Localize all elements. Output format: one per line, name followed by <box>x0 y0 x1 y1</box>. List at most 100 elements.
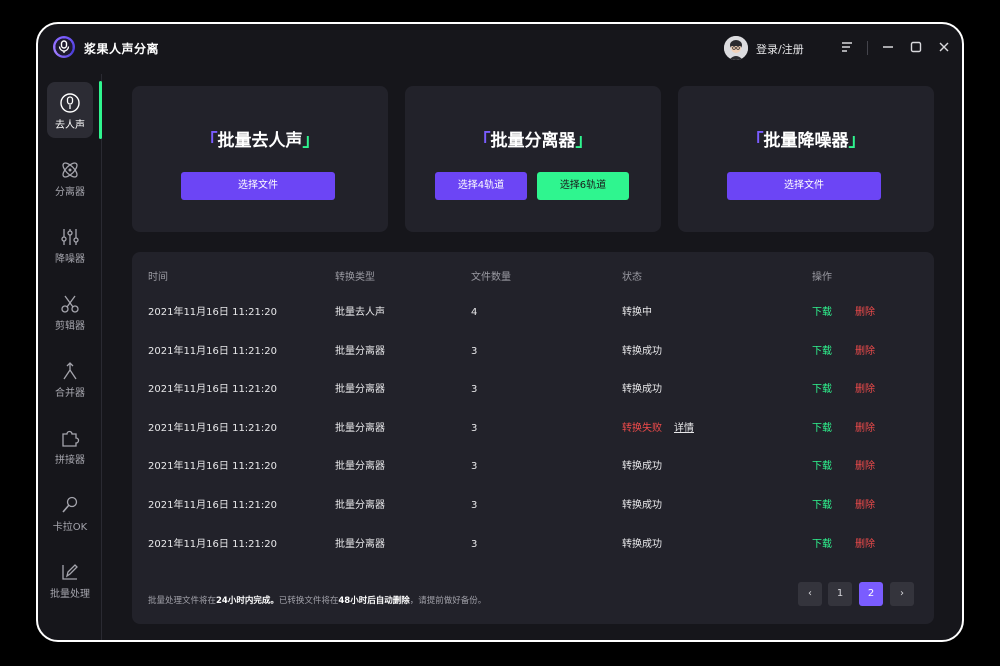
table-row: 2021年11月16日 11:21:20 批量分离器 3 转换成功 下载 删除 <box>132 371 934 409</box>
cell-count: 3 <box>471 461 478 473</box>
atom-icon <box>62 162 78 178</box>
scissors-icon <box>61 295 79 313</box>
cell-status: 转换中 <box>622 307 652 318</box>
sidebar-item-batch[interactable]: 批量处理 <box>47 551 93 607</box>
sidebar: 去人声 分离器 降噪器 剪辑器 合并器 拼接器 卡拉OK 批量处理 <box>38 74 102 640</box>
column-header-action: 操作 <box>812 272 832 283</box>
cell-count: 3 <box>471 384 478 396</box>
sidebar-item-merger[interactable]: 合并器 <box>47 350 93 406</box>
download-link[interactable]: 下载 <box>812 333 832 371</box>
app-window: 浆果人声分离 登录/注册 去人声 分离器 降噪器 剪辑器 合并器 拼接器 卡拉O… <box>36 22 964 642</box>
cell-time: 2021年11月16日 11:21:20 <box>148 422 277 434</box>
menu-icon[interactable] <box>838 38 856 56</box>
sidebar-item-label: 卡拉OK <box>52 522 88 533</box>
card-title: 「批量分离器」 <box>405 126 661 151</box>
download-link[interactable]: 下载 <box>812 448 832 486</box>
sidebar-item-separator[interactable]: 分离器 <box>47 149 93 205</box>
footer-note-bold: 48小时后自动删除 <box>338 596 410 606</box>
column-header-count: 文件数量 <box>471 272 511 283</box>
download-link[interactable]: 下载 <box>812 371 832 409</box>
minimize-icon[interactable] <box>879 38 897 56</box>
cell-count: 4 <box>471 307 478 318</box>
sidebar-item-label: 去人声 <box>55 120 85 131</box>
karaoke-mic-icon <box>62 496 78 513</box>
sidebar-item-label: 拼接器 <box>55 455 85 466</box>
delete-link[interactable]: 删除 <box>855 294 875 332</box>
sidebar-item-label: 分离器 <box>55 187 85 198</box>
bracket-right: 」 <box>575 131 593 151</box>
bracket-left: 「 <box>746 131 764 151</box>
sidebar-item-label: 剪辑器 <box>55 321 85 332</box>
card-batch-separator: 「批量分离器」 选择4轨道 选择6轨道 <box>405 86 661 232</box>
download-link[interactable]: 下载 <box>812 526 832 564</box>
sidebar-item-label: 批量处理 <box>50 589 90 600</box>
cell-type: 批量分离器 <box>335 345 385 357</box>
sidebar-item-label: 降噪器 <box>55 254 85 265</box>
detail-link[interactable]: 详情 <box>674 410 694 448</box>
column-header-status: 状态 <box>622 272 642 283</box>
puzzle-icon <box>62 430 80 447</box>
bracket-right: 」 <box>848 131 866 151</box>
merge-icon <box>63 362 77 380</box>
maximize-icon[interactable] <box>907 38 925 56</box>
table-row: 2021年11月16日 11:21:20 批量分离器 3 转换成功 下载 删除 <box>132 333 934 371</box>
close-icon[interactable] <box>935 38 953 56</box>
pagination-page-2[interactable]: 2 <box>859 582 883 606</box>
cell-time: 2021年11月16日 11:21:20 <box>148 500 277 511</box>
delete-link[interactable]: 删除 <box>855 371 875 409</box>
sidebar-active-indicator <box>99 81 102 139</box>
cell-type: 批量分离器 <box>335 384 385 396</box>
delete-link[interactable]: 删除 <box>855 410 875 448</box>
cell-type: 批量分离器 <box>335 461 385 473</box>
bracket-left: 「 <box>200 131 218 151</box>
delete-link[interactable]: 删除 <box>855 487 875 525</box>
sidebar-item-karaoke[interactable]: 卡拉OK <box>47 484 93 540</box>
footer-note-bold: 24小时内完成。 <box>216 596 279 606</box>
cell-status: 转换成功 <box>622 538 662 550</box>
table-row: 2021年11月16日 11:21:20 批量分离器 3 转换成功 下载 删除 <box>132 526 934 564</box>
select-file-button[interactable]: 选择文件 <box>727 172 881 200</box>
user-avatar[interactable] <box>724 36 748 60</box>
select-file-button[interactable]: 选择文件 <box>181 172 335 200</box>
select-4-tracks-button[interactable]: 选择4轨道 <box>435 172 527 200</box>
title-bar: 浆果人声分离 登录/注册 <box>38 24 962 74</box>
pagination-prev-button[interactable]: ‹ <box>798 582 822 606</box>
login-register-link[interactable]: 登录/注册 <box>756 41 804 57</box>
title-bar-divider <box>867 41 868 55</box>
sidebar-item-label: 合并器 <box>55 388 85 399</box>
cell-time: 2021年11月16日 11:21:20 <box>148 307 277 318</box>
delete-link[interactable]: 删除 <box>855 448 875 486</box>
pagination-page-1[interactable]: 1 <box>828 582 852 606</box>
footer-note: 批量处理文件将在24小时内完成。已转换文件将在48小时后自动删除，请提前做好备份… <box>148 594 486 606</box>
table-row: 2021年11月16日 11:21:20 批量分离器 3 转换成功 下载 删除 <box>132 487 934 525</box>
cell-time: 2021年11月16日 11:21:20 <box>148 384 277 396</box>
card-title-text: 批量分离器 <box>490 131 576 151</box>
download-link[interactable]: 下载 <box>812 294 832 332</box>
batch-edit-icon <box>62 564 78 580</box>
app-title: 浆果人声分离 <box>84 42 160 56</box>
cell-status: 转换失败 <box>622 422 662 434</box>
column-header-type: 转换类型 <box>335 272 375 283</box>
card-batch-vocal-remover: 「批量去人声」 选择文件 <box>132 86 388 232</box>
footer-note-part: 批量处理文件将在 <box>148 596 217 606</box>
card-title-text: 批量降噪器 <box>763 131 849 151</box>
download-link[interactable]: 下载 <box>812 410 832 448</box>
footer-note-part: 已转换文件将在 <box>278 596 339 606</box>
pagination-next-button[interactable]: › <box>890 582 914 606</box>
select-6-tracks-button[interactable]: 选择6轨道 <box>537 172 629 200</box>
delete-link[interactable]: 删除 <box>855 526 875 564</box>
cell-count: 3 <box>471 345 478 357</box>
bracket-left: 「 <box>473 131 491 151</box>
cell-count: 3 <box>471 538 478 550</box>
delete-link[interactable]: 删除 <box>855 333 875 371</box>
sidebar-item-editor[interactable]: 剪辑器 <box>47 283 93 339</box>
cell-status: 转换成功 <box>622 500 662 511</box>
cell-time: 2021年11月16日 11:21:20 <box>148 461 277 473</box>
task-table-panel: 时间 转换类型 文件数量 状态 操作 2021年11月16日 11:21:20 批… <box>132 252 934 624</box>
cell-time: 2021年11月16日 11:21:20 <box>148 538 277 550</box>
cell-time: 2021年11月16日 11:21:20 <box>148 345 277 357</box>
sidebar-item-vocal-remover[interactable]: 去人声 <box>47 82 93 138</box>
sidebar-item-denoiser[interactable]: 降噪器 <box>47 216 93 272</box>
sidebar-item-joiner[interactable]: 拼接器 <box>47 417 93 473</box>
download-link[interactable]: 下载 <box>812 487 832 525</box>
